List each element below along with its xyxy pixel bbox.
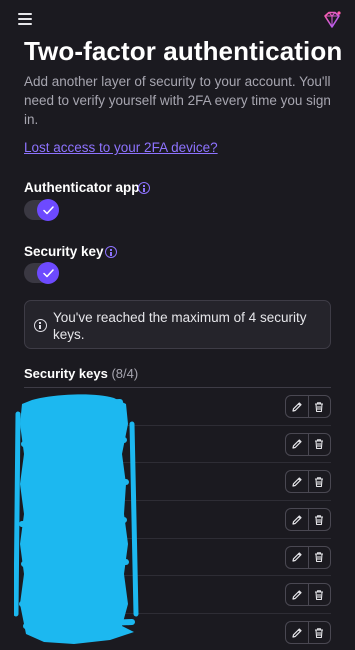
trash-icon <box>315 439 324 450</box>
authenticator-app-label: Authenticator app <box>24 180 140 195</box>
checkmark-icon <box>42 268 54 277</box>
delete-button[interactable] <box>309 547 331 568</box>
checkmark-icon <box>42 205 54 214</box>
row-actions <box>285 432 331 456</box>
authenticator-info-icon[interactable] <box>138 182 150 194</box>
redaction-scribble <box>14 394 139 644</box>
delete-button[interactable] <box>309 434 331 455</box>
delete-button[interactable] <box>309 509 331 530</box>
toggle-knob <box>37 262 59 284</box>
row-actions <box>285 508 331 532</box>
edit-button[interactable] <box>286 434 308 455</box>
trash-icon <box>315 627 324 638</box>
pencil-icon <box>292 590 302 600</box>
delete-button[interactable] <box>309 584 331 605</box>
trash-icon <box>315 401 324 412</box>
page-description: Add another layer of security to your ac… <box>24 74 331 127</box>
delete-button[interactable] <box>309 471 331 492</box>
page-title: Two-factor authentication <box>24 36 343 66</box>
security-key-info-icon[interactable] <box>105 246 117 258</box>
row-actions <box>285 470 331 494</box>
edit-button[interactable] <box>286 471 308 492</box>
pencil-icon <box>292 628 302 638</box>
proton-gem-logo[interactable] <box>322 10 342 30</box>
trash-icon <box>315 514 324 525</box>
notice-text: You've reached the maximum of 4 security… <box>53 310 307 342</box>
row-actions <box>285 395 331 418</box>
row-actions <box>285 583 331 607</box>
lost-access-link[interactable]: Lost access to your 2FA device? <box>24 140 218 155</box>
row-actions <box>285 621 331 645</box>
security-key-label: Security key <box>24 244 104 259</box>
info-icon <box>34 319 47 332</box>
edit-button[interactable] <box>286 622 308 643</box>
hamburger-menu-icon[interactable] <box>18 13 32 25</box>
pencil-icon <box>292 552 302 562</box>
top-bar <box>0 0 355 40</box>
delete-button[interactable] <box>309 622 331 643</box>
edit-button[interactable] <box>286 509 308 530</box>
edit-button[interactable] <box>286 547 308 568</box>
trash-icon <box>315 590 324 600</box>
pencil-icon <box>292 401 302 412</box>
trash-icon <box>315 552 324 563</box>
row-actions <box>285 545 331 569</box>
delete-button[interactable] <box>309 396 331 417</box>
pencil-icon <box>292 514 302 525</box>
pencil-icon <box>292 439 302 449</box>
security-key-toggle[interactable] <box>24 262 59 284</box>
max-keys-notice: You've reached the maximum of 4 security… <box>24 300 331 349</box>
edit-button[interactable] <box>286 396 308 417</box>
edit-button[interactable] <box>286 584 308 605</box>
trash-icon <box>315 477 324 487</box>
pencil-icon <box>292 477 302 487</box>
toggle-knob <box>37 199 59 221</box>
authenticator-app-toggle[interactable] <box>24 199 59 221</box>
